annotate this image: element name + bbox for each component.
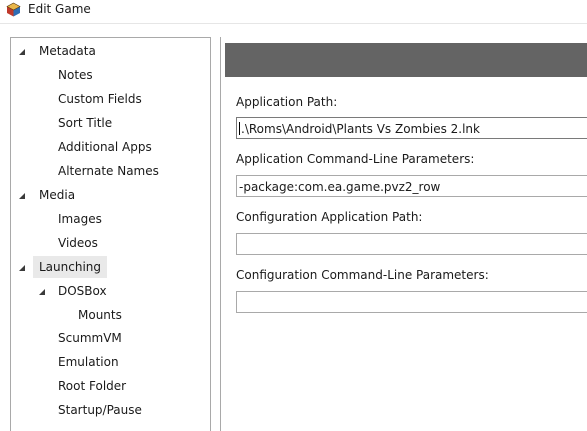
section-header-bar (225, 43, 587, 77)
config-app-path-input[interactable] (236, 233, 587, 255)
tree-item-scummvm[interactable]: ScummVM (58, 327, 122, 349)
tree-item-launching[interactable]: Launching (33, 256, 108, 278)
expanded-triangle-icon[interactable] (37, 287, 47, 297)
application-params-input[interactable]: -package:com.ea.game.pvz2_row (236, 175, 587, 197)
config-params-input[interactable] (236, 291, 587, 313)
tree-item-mounts[interactable]: Mounts (78, 304, 122, 326)
text-caret (239, 122, 240, 135)
title-bar: Edit Game (0, 0, 587, 22)
title-divider (0, 23, 587, 24)
tree-item-custom-fields[interactable]: Custom Fields (58, 88, 142, 110)
expanded-triangle-icon[interactable] (17, 47, 27, 57)
app-icon (6, 2, 21, 17)
tree-item-alternate-names[interactable]: Alternate Names (58, 160, 159, 182)
tree-item-root-folder[interactable]: Root Folder (58, 375, 126, 397)
tree-item-videos[interactable]: Videos (58, 232, 98, 254)
config-app-path-label: Configuration Application Path: (236, 210, 423, 224)
application-params-label: Application Command-Line Parameters: (236, 152, 475, 166)
expanded-triangle-icon[interactable] (17, 263, 27, 273)
config-params-label: Configuration Command-Line Parameters: (236, 268, 489, 282)
window-title: Edit Game (28, 2, 91, 16)
application-params-value: -package:com.ea.game.pvz2_row (239, 180, 441, 194)
tree-item-metadata[interactable]: Metadata (39, 40, 96, 62)
tree-item-dosbox[interactable]: DOSBox (58, 280, 107, 302)
expanded-triangle-icon[interactable] (17, 191, 27, 201)
tree-item-additional-apps[interactable]: Additional Apps (58, 136, 152, 158)
launching-settings-panel: Application Path: .\Roms\Android\Plants … (220, 37, 587, 431)
tree-item-media[interactable]: Media (39, 184, 75, 206)
tree-item-notes[interactable]: Notes (58, 64, 93, 86)
edit-game-window: Edit Game Metadata Notes Custom Fields S… (0, 0, 587, 431)
tree-item-startup-pause[interactable]: Startup/Pause (58, 399, 142, 421)
application-path-input[interactable]: .\Roms\Android\Plants Vs Zombies 2.lnk (236, 117, 587, 139)
tree-item-images[interactable]: Images (58, 208, 102, 230)
application-path-label: Application Path: (236, 95, 338, 109)
navigation-tree: Metadata Notes Custom Fields Sort Title … (10, 37, 211, 431)
tree-item-sort-title[interactable]: Sort Title (58, 112, 112, 134)
application-path-value: .\Roms\Android\Plants Vs Zombies 2.lnk (241, 122, 480, 136)
tree-item-emulation[interactable]: Emulation (58, 351, 119, 373)
